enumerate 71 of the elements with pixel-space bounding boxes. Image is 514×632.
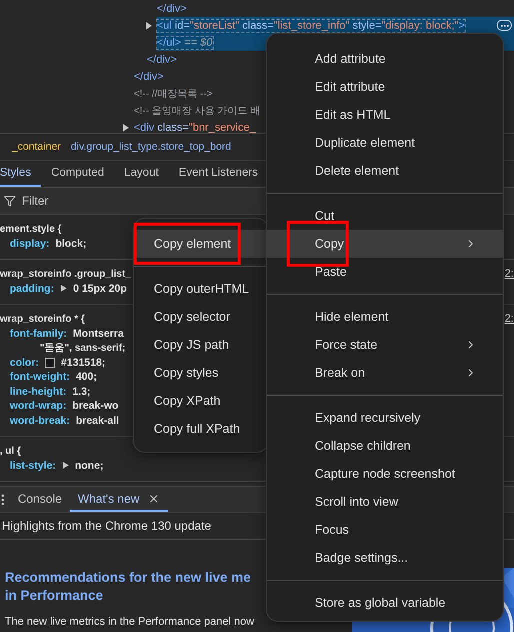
expand-arrow-icon[interactable]: [145, 22, 153, 30]
css-selector: wrap_storeinfo .group_list_: [0, 268, 132, 280]
property-name[interactable]: font-family:: [10, 328, 68, 340]
breadcrumb[interactable]: _container: [12, 141, 62, 153]
code-line: </ul> == $0: [157, 36, 213, 48]
close-icon[interactable]: [148, 492, 160, 504]
color-swatch[interactable]: [45, 358, 56, 368]
menu-item[interactable]: Cut: [267, 202, 503, 230]
css-selector: ement.style {: [0, 224, 62, 235]
property-name[interactable]: color:: [10, 356, 40, 369]
menu-item[interactable]: Store as global variable: [267, 589, 503, 617]
property-value[interactable]: block;: [56, 238, 87, 250]
filter-field[interactable]: Filter: [22, 194, 142, 208]
tab[interactable]: Layout: [114, 161, 169, 187]
expand-arrow-icon[interactable]: [122, 124, 130, 132]
menu-item[interactable]: Paste: [267, 258, 503, 286]
expand-arrow-icon[interactable]: [60, 285, 68, 292]
menu-item[interactable]: Copy JS path: [134, 331, 268, 359]
menu-item[interactable]: Expand recursively: [267, 404, 503, 432]
more-icon[interactable]: [497, 20, 512, 31]
menu-item[interactable]: Break on: [267, 359, 503, 387]
filter-icon: [4, 195, 16, 207]
property-value[interactable]: 400;: [76, 371, 98, 384]
menu-item[interactable]: Force state: [267, 331, 503, 359]
property-name[interactable]: font-weight:: [10, 371, 70, 384]
menu-item[interactable]: Add attribute: [267, 45, 503, 73]
property-value[interactable]: 0 15px 20p: [73, 282, 128, 295]
menu-item[interactable]: Capture node screenshot: [267, 460, 503, 488]
property-name[interactable]: list-style:: [10, 460, 56, 472]
property-name[interactable]: padding:: [10, 282, 54, 295]
tab[interactable]: Computed: [41, 161, 114, 187]
menu-item[interactable]: Badge settings...: [267, 544, 503, 572]
property-name[interactable]: word-break:: [10, 414, 70, 427]
article-heading[interactable]: Recommendations for the new live me in Performance: [5, 569, 252, 605]
menu-item[interactable]: Collapse children: [267, 432, 503, 460]
expand-arrow-icon[interactable]: [62, 462, 70, 470]
menu-item[interactable]: Copy element: [134, 230, 268, 258]
property-value[interactable]: #131518;: [61, 356, 106, 369]
code-line: <ul id="storeList" class="list_store_info" style="display: block;">: [157, 20, 466, 32]
menu-item[interactable]: Copy: [267, 230, 503, 258]
menu-item[interactable]: Delete element: [267, 157, 503, 185]
menu-item[interactable]: Scroll into view: [267, 488, 503, 516]
tab[interactable]: Console: [10, 487, 70, 512]
property-value[interactable]: Montserra: [73, 328, 124, 340]
article-text: The new live metrics in the Performance panel now: [5, 616, 254, 629]
source-link[interactable]: 2:: [504, 313, 514, 326]
property-value[interactable]: 1.3;: [72, 386, 91, 398]
property-name[interactable]: word-wrap:: [10, 400, 67, 412]
property-value[interactable]: break-wo: [72, 400, 119, 412]
tab[interactable]: Event Listeners: [168, 161, 268, 187]
menu-item[interactable]: Copy XPath: [134, 387, 268, 415]
property-name[interactable]: display:: [10, 238, 50, 250]
tree-row[interactable]: </div>: [157, 0, 514, 17]
menu-item[interactable]: Copy full XPath: [134, 415, 268, 443]
menu-item[interactable]: Copy selector: [134, 303, 268, 331]
menu-item[interactable]: Hide element: [267, 303, 503, 331]
css-selector: wrap_storeinfo * {: [0, 314, 86, 325]
css-selector: , ul {: [0, 446, 22, 457]
tab[interactable]: What's new: [70, 487, 168, 512]
menu-item[interactable]: Copy styles: [134, 359, 268, 387]
property-value[interactable]: "돋움", sans-serif;: [40, 341, 126, 356]
source-link[interactable]: 2:: [504, 268, 514, 280]
code-line: <div class="bnr_service_: [134, 122, 256, 134]
property-value[interactable]: none;: [75, 460, 104, 472]
property-name[interactable]: line-height:: [10, 386, 67, 398]
property-value[interactable]: break-all: [76, 414, 120, 427]
code-line: </div>: [157, 2, 187, 14]
code-line: </div>: [134, 70, 164, 82]
breadcrumb[interactable]: div.group_list_type.store_top_bord: [71, 141, 232, 153]
menu-item[interactable]: Copy outerHTML: [134, 275, 268, 303]
menu-item[interactable]: Edit attribute: [267, 73, 503, 101]
